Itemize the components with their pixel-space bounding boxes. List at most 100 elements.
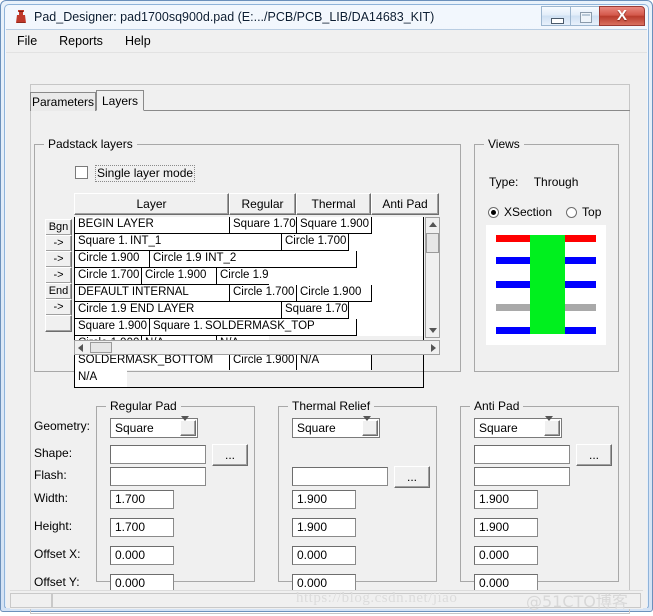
regular-geometry-select[interactable]: Square — [110, 416, 198, 438]
xsection-bar-int-right — [564, 304, 596, 311]
anti-geometry-dropdown-button[interactable] — [544, 416, 560, 438]
view-mode-radios: XSection Top — [488, 205, 615, 220]
application-window: Pad_Designer: pad1700sq900d.pad (E:.../P… — [0, 0, 653, 614]
cell-anti-pad: Circle 1.900 — [217, 268, 269, 285]
table-row[interactable]: BEGIN LAYER Square 1.700 Square 1.900 Sq… — [75, 217, 423, 251]
row-button[interactable] — [45, 315, 72, 332]
cell-regular-pad: Circle 1.700 — [230, 285, 297, 302]
xsection-preview — [486, 225, 606, 345]
scroll-right-button[interactable] — [426, 341, 439, 354]
scroll-down-button[interactable] — [426, 324, 439, 337]
page-container: Parameters Layers Padstack layers Single… — [8, 54, 645, 614]
menu-file[interactable]: File — [6, 30, 48, 52]
radio-top-label: Top — [582, 205, 602, 219]
view-type-row: Type: Through — [489, 175, 578, 189]
column-header-layer[interactable]: Layer — [74, 193, 229, 215]
regular-pad-legend: Regular Pad — [106, 399, 181, 413]
cell-regular-pad: Circle 1.700 — [75, 268, 142, 285]
xsection-barrel — [530, 235, 565, 334]
thermal-flash-input[interactable] — [292, 467, 388, 486]
thermal-width-input[interactable]: 1.900 — [292, 490, 356, 509]
chevron-down-icon — [181, 416, 189, 438]
cell-thermal-relief: Square 1.900 — [297, 217, 372, 234]
column-header-anti-pad[interactable]: Anti Pad — [371, 193, 439, 215]
regular-pad-group: Regular Pad Square ... 1.700 1.700 0.000… — [96, 399, 255, 593]
xsection-bar-sig3-right — [564, 327, 596, 334]
cell-layer: BEGIN LAYER — [75, 217, 230, 234]
cell-thermal-relief: Circle 1.900 — [142, 268, 217, 285]
close-icon: X — [616, 7, 627, 24]
menu-reports[interactable]: Reports — [48, 30, 114, 52]
label-flash: Flash: — [34, 468, 67, 482]
table-row[interactable]: INT_1 Circle 1.700 Circle 1.900 Circle 1… — [75, 234, 423, 268]
regular-height-input[interactable]: 1.700 — [110, 518, 174, 537]
close-button[interactable]: X — [599, 6, 645, 26]
views-legend: Views — [484, 137, 524, 151]
row-button[interactable]: -> — [45, 299, 72, 316]
xsection-bar-top-left — [496, 235, 531, 242]
chevron-down-icon — [545, 416, 553, 438]
row-button[interactable]: End — [45, 283, 72, 300]
anti-geometry-value: Square — [479, 421, 518, 435]
label-shape: Shape: — [34, 446, 73, 460]
thermal-flash-browse-button[interactable]: ... — [394, 466, 430, 488]
anti-width-input[interactable]: 1.900 — [474, 490, 538, 509]
minimize-button[interactable] — [541, 6, 570, 26]
label-height: Height: — [34, 519, 73, 533]
cell-regular-pad: Square 1.700 — [282, 302, 349, 319]
column-header-regular-pad[interactable]: Regular Pad — [229, 193, 296, 231]
radio-xsection-label: XSection — [504, 205, 553, 219]
xsection-bar-sig3-left — [496, 327, 531, 334]
regular-geometry-value: Square — [115, 421, 154, 435]
cell-anti-pad: N/A — [75, 370, 127, 387]
scroll-up-button[interactable] — [426, 218, 439, 231]
horizontal-scroll-thumb[interactable] — [90, 342, 112, 353]
single-layer-mode-row[interactable]: Single layer mode — [75, 165, 196, 182]
row-button-column: Bgn -> -> -> End -> — [45, 219, 72, 332]
cell-layer: DEFAULT INTERNAL — [75, 285, 230, 302]
regular-width-input[interactable]: 1.700 — [110, 490, 174, 509]
regular-shape-input[interactable] — [110, 445, 206, 464]
cell-layer: INT_1 — [127, 234, 282, 251]
table-vertical-scrollbar[interactable] — [425, 217, 440, 338]
regular-offset-x-input[interactable]: 0.000 — [110, 546, 174, 565]
cell-layer: END LAYER — [127, 302, 282, 319]
menu-help[interactable]: Help — [114, 30, 162, 52]
anti-shape-input[interactable] — [474, 445, 570, 464]
vertical-scroll-thumb[interactable] — [426, 233, 439, 253]
label-offset-y: Offset Y: — [34, 575, 80, 589]
thermal-offset-x-input[interactable]: 0.000 — [292, 546, 356, 565]
column-header-thermal-relief[interactable]: Thermal Relief — [296, 193, 371, 231]
regular-shape-browse-button[interactable]: ... — [212, 444, 248, 466]
status-segment-left — [10, 593, 52, 608]
anti-height-input[interactable]: 1.900 — [474, 518, 538, 537]
regular-flash-input[interactable] — [110, 467, 206, 486]
anti-pad-group: Anti Pad Square ... 1.900 1.900 0.000 0.… — [460, 399, 619, 593]
tab-parameters[interactable]: Parameters — [30, 92, 96, 111]
table-horizontal-scrollbar[interactable] — [74, 340, 440, 355]
anti-flash-input[interactable] — [474, 467, 570, 486]
row-button[interactable]: -> — [45, 251, 72, 268]
thermal-height-input[interactable]: 1.900 — [292, 518, 356, 537]
maximize-button[interactable] — [570, 6, 599, 26]
anti-shape-browse-button[interactable]: ... — [576, 444, 612, 466]
tab-layers[interactable]: Layers — [96, 90, 144, 111]
table-body: BEGIN LAYER Square 1.700 Square 1.900 Sq… — [74, 217, 424, 388]
thermal-geometry-dropdown-button[interactable] — [362, 416, 378, 438]
anti-offset-x-input[interactable]: 0.000 — [474, 546, 538, 565]
label-offset-x: Offset X: — [34, 547, 81, 561]
cell-anti-pad: Circle 1.900 — [75, 302, 127, 319]
thermal-geometry-select[interactable]: Square — [292, 416, 380, 438]
scroll-left-button[interactable] — [75, 341, 88, 354]
cell-regular-pad: Circle 1.900 — [230, 353, 297, 370]
row-button[interactable]: Bgn — [45, 219, 72, 236]
anti-geometry-select[interactable]: Square — [474, 416, 562, 438]
row-button[interactable]: -> — [45, 267, 72, 284]
radio-xsection[interactable] — [488, 207, 499, 218]
row-button[interactable]: -> — [45, 235, 72, 252]
tab-strip: Parameters Layers — [30, 90, 630, 112]
single-layer-mode-checkbox[interactable] — [75, 166, 88, 179]
regular-geometry-dropdown-button[interactable] — [180, 416, 196, 438]
radio-top[interactable] — [566, 207, 578, 218]
cell-thermal-relief: Circle 1.900 — [75, 251, 150, 268]
